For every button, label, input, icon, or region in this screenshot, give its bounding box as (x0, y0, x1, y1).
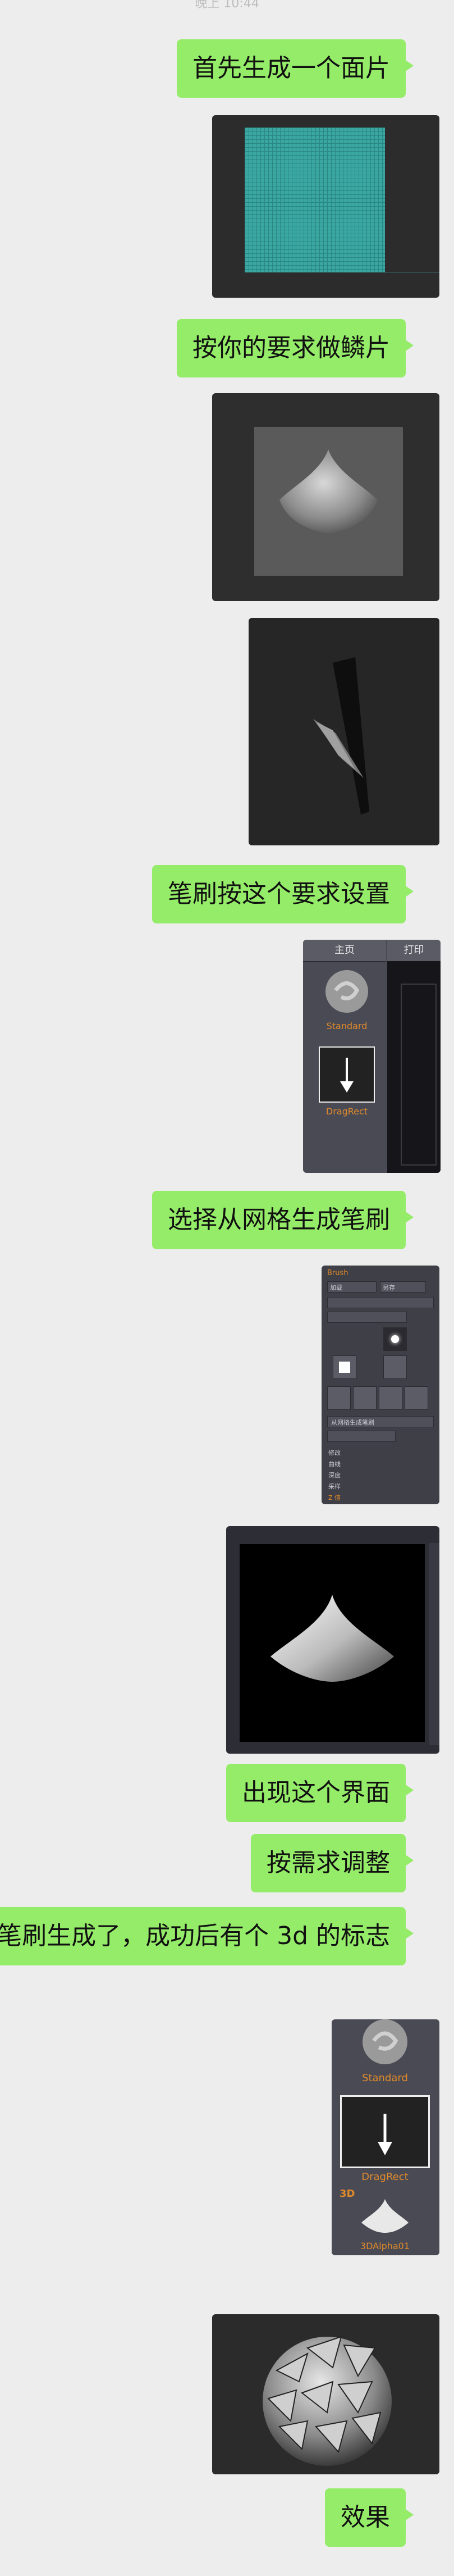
brush-standard-label: Standard (326, 1021, 368, 1031)
brush-3dalpha-label: 3DAlpha01 (360, 2241, 410, 2251)
tool-icon (327, 1386, 351, 1410)
scale-viewport (254, 427, 403, 576)
image-message-brush-menu[interactable]: Brush 加载 另存 从网格生成笔刷 修改 曲线 深度 采样 Z 值 (322, 1266, 439, 1504)
brush-standard-label: Standard (362, 2072, 408, 2084)
image-message-3d-viewport[interactable] (226, 1526, 439, 1754)
image-message-result[interactable] (212, 2314, 439, 2474)
tool-icon (405, 1386, 428, 1410)
brush-dragrect-label: DragRect (361, 2171, 409, 2183)
scale-shape (279, 449, 378, 534)
tab-print: 打印 (387, 940, 441, 962)
chat-bubble[interactable]: 效果 (325, 2488, 414, 2547)
image-message-brush-panel[interactable]: 主页 打印 Standard DragRect (303, 940, 441, 1173)
create-brush-button[interactable]: 从网格生成笔刷 (327, 1416, 434, 1427)
brush-preview-icon (383, 1327, 407, 1351)
chat-bubble[interactable]: 选择从网格生成笔刷 (152, 1191, 414, 1249)
chat-bubble[interactable]: 笔刷生成了，成功后有个 3d 的标志 (0, 1907, 414, 1965)
chat-bubble[interactable]: 首先生成一个面片 (177, 39, 414, 98)
image-message-brush-3d[interactable]: Standard DragRect 3D 3DAlpha01 (332, 2019, 439, 2255)
teal-mesh-plane (245, 128, 385, 272)
chat-bubble[interactable]: 出现这个界面 (226, 1764, 414, 1822)
chat-timestamp: 晚上 10:44 (195, 0, 259, 10)
viewport (240, 1544, 425, 1742)
menu-label: 深度 (328, 1472, 341, 1479)
menu-title: Brush (327, 1269, 348, 1277)
save-row: 另存 (380, 1281, 426, 1292)
menu-label: 修改 (328, 1449, 341, 1457)
image-message-side-view[interactable] (249, 618, 439, 845)
option-row (327, 1312, 407, 1323)
arrow-down-icon (378, 2114, 392, 2155)
standard-brush-icon (325, 970, 368, 1013)
brush-dragrect (340, 2095, 430, 2168)
image-message-mesh-plane[interactable] (212, 115, 439, 298)
scale-3d-shape (270, 1595, 394, 1682)
brush-thumb-icon (383, 1355, 407, 1379)
menu-label: 采样 (328, 1483, 341, 1490)
option-row (327, 1431, 396, 1442)
chat-bubble[interactable]: 按你的要求做鳞片 (177, 319, 414, 377)
scale-brush-icon (361, 2199, 409, 2233)
arrow-down-icon (340, 1058, 354, 1093)
side-view-shape (313, 657, 369, 814)
tab-main: 主页 (303, 940, 386, 962)
option-row (327, 1297, 434, 1308)
chat-bubble[interactable]: 按需求调整 (251, 1834, 414, 1892)
brush-thumb-icon (333, 1355, 356, 1379)
side-toolbar (429, 1543, 439, 1745)
brush-standard: Standard (337, 2019, 433, 2084)
tool-icon (379, 1386, 402, 1410)
menu-label: 曲线 (328, 1460, 341, 1468)
scaled-sphere (263, 2336, 392, 2466)
tool-icon (353, 1386, 377, 1410)
load-row: 加载 (327, 1281, 377, 1292)
brush-3dalpha: 3DAlpha01 (351, 2193, 419, 2251)
brush-dragrect-label: DragRect (325, 1106, 368, 1117)
brush-standard: Standard (319, 968, 375, 1031)
chat-bubble[interactable]: 笔刷按这个要求设置 (152, 865, 414, 923)
standard-brush-icon (363, 2019, 407, 2064)
image-message-scale[interactable] (212, 393, 439, 601)
canvas-area (387, 961, 441, 1173)
menu-label: Z 值 (328, 1494, 341, 1501)
brush-dragrect: DragRect (319, 1046, 375, 1117)
